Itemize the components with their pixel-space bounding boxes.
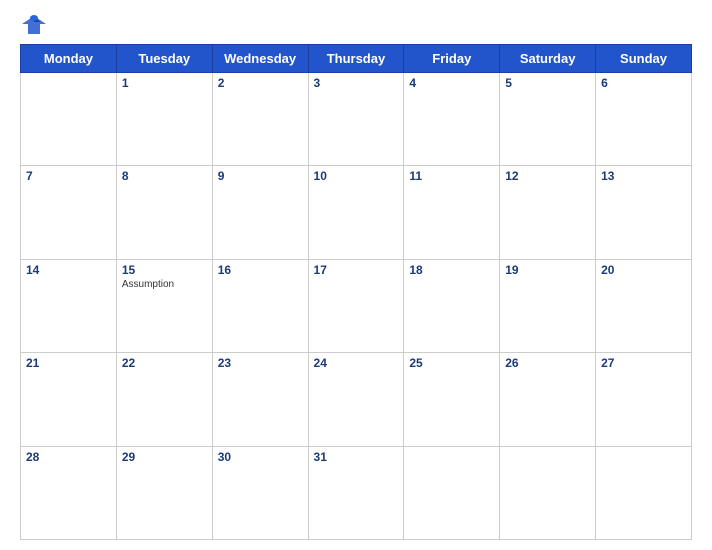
date-number: 24 bbox=[314, 356, 399, 370]
calendar-cell: 21 bbox=[21, 353, 117, 446]
calendar-cell: 25 bbox=[404, 353, 500, 446]
calendar-cell: 11 bbox=[404, 166, 500, 259]
calendar-header bbox=[20, 10, 692, 40]
day-header-saturday: Saturday bbox=[500, 45, 596, 73]
day-header-thursday: Thursday bbox=[308, 45, 404, 73]
calendar-cell: 22 bbox=[116, 353, 212, 446]
calendar-cell: 26 bbox=[500, 353, 596, 446]
date-number: 2 bbox=[218, 76, 303, 90]
date-number: 15 bbox=[122, 263, 207, 277]
day-header-tuesday: Tuesday bbox=[116, 45, 212, 73]
calendar-cell: 8 bbox=[116, 166, 212, 259]
date-number: 3 bbox=[314, 76, 399, 90]
date-number: 12 bbox=[505, 169, 590, 183]
day-header-monday: Monday bbox=[21, 45, 117, 73]
week-row-2: 789 10 11 12 13 bbox=[21, 166, 692, 259]
calendar-cell: 6 bbox=[596, 73, 692, 166]
calendar-cell: 4 bbox=[404, 73, 500, 166]
date-number: 7 bbox=[26, 169, 111, 183]
calendar-cell: 19 bbox=[500, 259, 596, 352]
calendar-cell: 15 Assumption bbox=[116, 259, 212, 352]
calendar-cell: 31 bbox=[308, 446, 404, 539]
calendar-cell: 7 bbox=[21, 166, 117, 259]
date-number: 19 bbox=[505, 263, 590, 277]
date-number: 22 bbox=[122, 356, 207, 370]
day-header-friday: Friday bbox=[404, 45, 500, 73]
date-number: 29 bbox=[122, 450, 207, 464]
week-row-3: 14 15 Assumption 16 17 18 19 20 bbox=[21, 259, 692, 352]
date-number: 27 bbox=[601, 356, 686, 370]
date-number: 6 bbox=[601, 76, 686, 90]
calendar-table: MondayTuesdayWednesdayThursdayFridaySatu… bbox=[20, 44, 692, 540]
holiday-label: Assumption bbox=[122, 279, 207, 290]
date-number: 30 bbox=[218, 450, 303, 464]
date-number: 11 bbox=[409, 169, 494, 183]
calendar-cell: 24 bbox=[308, 353, 404, 446]
date-number: 28 bbox=[26, 450, 111, 464]
logo-bird-icon bbox=[20, 14, 48, 36]
calendar-cell bbox=[596, 446, 692, 539]
calendar-cell: 18 bbox=[404, 259, 500, 352]
calendar-cell: 1 bbox=[116, 73, 212, 166]
date-number: 17 bbox=[314, 263, 399, 277]
calendar-cell: 20 bbox=[596, 259, 692, 352]
calendar-cell: 14 bbox=[21, 259, 117, 352]
calendar-cell: 28 bbox=[21, 446, 117, 539]
calendar-cell: 12 bbox=[500, 166, 596, 259]
calendar-cell: 30 bbox=[212, 446, 308, 539]
calendar-cell: 16 bbox=[212, 259, 308, 352]
calendar-cell: 17 bbox=[308, 259, 404, 352]
date-number: 21 bbox=[26, 356, 111, 370]
logo bbox=[20, 14, 52, 36]
date-number: 16 bbox=[218, 263, 303, 277]
calendar-cell bbox=[500, 446, 596, 539]
date-number: 5 bbox=[505, 76, 590, 90]
date-number: 8 bbox=[122, 169, 207, 183]
calendar-cell: 27 bbox=[596, 353, 692, 446]
date-number: 14 bbox=[26, 263, 111, 277]
calendar-cell: 29 bbox=[116, 446, 212, 539]
calendar-cell bbox=[404, 446, 500, 539]
date-number: 20 bbox=[601, 263, 686, 277]
date-number: 31 bbox=[314, 450, 399, 464]
calendar-cell bbox=[21, 73, 117, 166]
calendar-cell: 5 bbox=[500, 73, 596, 166]
date-number: 9 bbox=[218, 169, 303, 183]
day-header-sunday: Sunday bbox=[596, 45, 692, 73]
calendar-cell: 23 bbox=[212, 353, 308, 446]
date-number: 18 bbox=[409, 263, 494, 277]
week-row-1: 123456 bbox=[21, 73, 692, 166]
day-header-wednesday: Wednesday bbox=[212, 45, 308, 73]
calendar-cell: 9 bbox=[212, 166, 308, 259]
date-number: 25 bbox=[409, 356, 494, 370]
date-number: 1 bbox=[122, 76, 207, 90]
week-row-4: 21 22 23 24 25 26 27 bbox=[21, 353, 692, 446]
date-number: 23 bbox=[218, 356, 303, 370]
date-number: 4 bbox=[409, 76, 494, 90]
date-number: 13 bbox=[601, 169, 686, 183]
day-headers-row: MondayTuesdayWednesdayThursdayFridaySatu… bbox=[21, 45, 692, 73]
calendar-cell: 13 bbox=[596, 166, 692, 259]
calendar-cell: 3 bbox=[308, 73, 404, 166]
week-row-5: 28 29 30 31 bbox=[21, 446, 692, 539]
date-number: 26 bbox=[505, 356, 590, 370]
calendar-cell: 2 bbox=[212, 73, 308, 166]
calendar-cell: 10 bbox=[308, 166, 404, 259]
date-number: 10 bbox=[314, 169, 399, 183]
